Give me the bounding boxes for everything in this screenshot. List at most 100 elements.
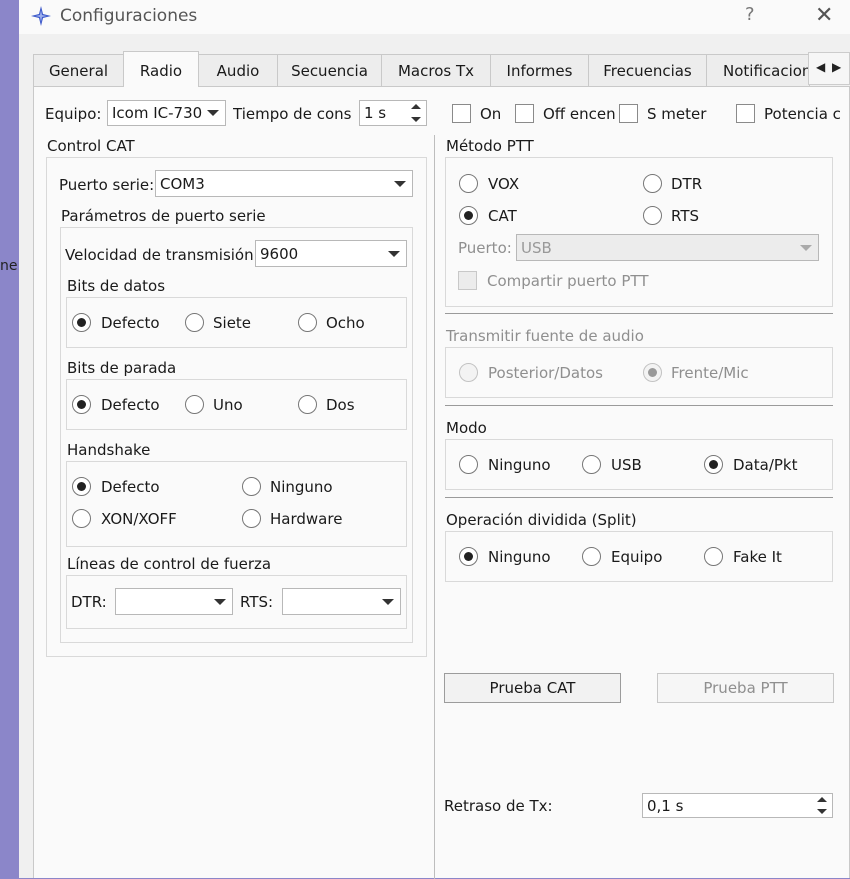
window-title: Configuraciones <box>60 6 198 26</box>
tab-scroll-left-icon[interactable]: ◀ <box>816 60 825 74</box>
separator <box>445 405 833 406</box>
ptt-puerto-label: Puerto: <box>458 239 512 257</box>
tab-radio[interactable]: Radio <box>123 51 199 87</box>
bits-parada-uno-radio[interactable] <box>185 395 204 414</box>
help-button[interactable]: ? <box>745 4 755 25</box>
compartir-ptt-checkbox[interactable] <box>458 271 477 290</box>
bits-datos-ocho-radio[interactable] <box>298 313 317 332</box>
bits-datos-defecto-radio[interactable] <box>72 313 91 332</box>
split-equipo-label: Equipo <box>611 548 663 566</box>
ptt-dtr-radio[interactable] <box>643 174 662 193</box>
lineas-control-title: Líneas de control de fuerza <box>67 555 272 573</box>
tab-audio[interactable]: Audio <box>198 54 278 86</box>
control-cat-title: Control CAT <box>47 137 135 155</box>
ptt-puerto-select[interactable]: USB <box>516 234 819 261</box>
ptt-rts-label: RTS <box>671 207 700 225</box>
bits-parada-dos-label: Dos <box>326 396 355 414</box>
tab-informes[interactable]: Informes <box>490 54 589 86</box>
modo-datapkt-label: Data/Pkt <box>733 456 798 474</box>
modo-usb-label: USB <box>611 456 642 474</box>
metodo-ptt-title: Método PTT <box>446 137 534 155</box>
modo-usb-radio[interactable] <box>582 455 601 474</box>
audio-posterior-radio[interactable] <box>459 363 478 382</box>
split-ninguno-radio[interactable] <box>459 547 478 566</box>
off-encen-label: Off encen <box>543 105 616 123</box>
ptt-rts-radio[interactable] <box>643 206 662 225</box>
velocidad-select[interactable]: 9600 <box>255 240 407 267</box>
audio-source-title: Transmitir fuente de audio <box>446 327 644 345</box>
tab-secuencia[interactable]: Secuencia <box>277 54 382 86</box>
ptt-vox-radio[interactable] <box>459 174 478 193</box>
retraso-tx-label: Retraso de Tx: <box>444 797 553 815</box>
smeter-label: S meter <box>647 105 707 123</box>
handshake-defecto-label: Defecto <box>101 478 160 496</box>
handshake-defecto-radio[interactable] <box>72 477 91 496</box>
bits-datos-siete-label: Siete <box>213 314 252 332</box>
column-divider <box>434 135 435 879</box>
bits-parada-uno-label: Uno <box>213 396 243 414</box>
potencia-checkbox[interactable] <box>736 104 755 123</box>
bits-datos-title: Bits de datos <box>67 277 166 295</box>
chevron-down-icon <box>800 244 812 251</box>
puerto-serie-label: Puerto serie: <box>59 176 155 194</box>
background-window-text: ne <box>0 258 18 274</box>
tab-notificaciones[interactable]: Notificacion <box>706 54 810 86</box>
bits-datos-siete-radio[interactable] <box>185 313 204 332</box>
equipo-select[interactable]: Icom IC-730 <box>107 100 226 126</box>
spin-up-icon[interactable] <box>406 101 426 113</box>
handshake-title: Handshake <box>67 441 151 459</box>
ptt-dtr-label: DTR <box>671 175 703 193</box>
modo-title: Modo <box>446 419 487 437</box>
retraso-tx-spinbox[interactable]: 0,1 s <box>642 793 833 818</box>
tab-scroll-right-icon[interactable]: ▶ <box>832 60 841 74</box>
app-icon <box>31 6 51 26</box>
tab-frecuencias[interactable]: Frecuencias <box>588 54 707 86</box>
split-title: Operación dividida (Split) <box>446 511 637 529</box>
prueba-cat-button[interactable]: Prueba CAT <box>444 673 621 703</box>
off-encen-checkbox[interactable] <box>515 104 534 123</box>
chevron-down-icon <box>382 598 394 605</box>
smeter-checkbox[interactable] <box>619 104 638 123</box>
on-checkbox[interactable] <box>452 104 471 123</box>
chevron-down-icon <box>394 180 406 187</box>
close-button[interactable]: ✕ <box>815 3 833 28</box>
tab-general[interactable]: General <box>33 54 124 86</box>
chevron-down-icon <box>388 250 400 257</box>
chevron-down-icon <box>214 598 226 605</box>
audio-posterior-label: Posterior/Datos <box>488 364 603 382</box>
puerto-serie-select[interactable]: COM3 <box>155 170 413 197</box>
handshake-hardware-radio[interactable] <box>242 509 261 528</box>
split-fakeit-radio[interactable] <box>704 547 723 566</box>
spin-up-icon[interactable] <box>812 794 832 806</box>
handshake-xonxoff-radio[interactable] <box>72 509 91 528</box>
split-equipo-radio[interactable] <box>582 547 601 566</box>
bits-parada-title: Bits de parada <box>67 359 177 377</box>
handshake-ninguno-radio[interactable] <box>242 477 261 496</box>
prueba-ptt-button[interactable]: Prueba PTT <box>657 673 834 703</box>
ptt-cat-label: CAT <box>488 207 517 225</box>
params-serial-title: Parámetros de puerto serie <box>61 207 266 225</box>
handshake-ninguno-label: Ninguno <box>270 478 333 496</box>
compartir-ptt-label: Compartir puerto PTT <box>487 272 649 290</box>
rts-select[interactable] <box>282 588 401 615</box>
audio-frente-radio[interactable] <box>643 363 662 382</box>
tab-scroll-arrows[interactable]: ◀ ▶ <box>808 52 850 85</box>
spin-down-icon[interactable] <box>406 113 426 125</box>
modo-ninguno-radio[interactable] <box>459 455 478 474</box>
modo-ninguno-label: Ninguno <box>488 456 551 474</box>
handshake-group <box>66 461 407 547</box>
handshake-xonxoff-label: XON/XOFF <box>101 510 177 528</box>
bits-parada-defecto-radio[interactable] <box>72 395 91 414</box>
modo-datapkt-radio[interactable] <box>704 455 723 474</box>
bits-parada-dos-radio[interactable] <box>298 395 317 414</box>
split-ninguno-label: Ninguno <box>488 548 551 566</box>
separator <box>445 313 833 314</box>
tiempo-spinbox[interactable]: 1 s <box>359 100 427 126</box>
settings-window: Configuraciones ? ✕ General Radio Audio … <box>19 0 850 879</box>
ptt-cat-radio[interactable] <box>459 206 478 225</box>
bits-datos-ocho-label: Ocho <box>326 314 365 332</box>
equipo-label: Equipo: <box>45 105 102 123</box>
tab-macros-tx[interactable]: Macros Tx <box>381 54 491 86</box>
dtr-select[interactable] <box>115 588 233 615</box>
spin-down-icon[interactable] <box>812 806 832 818</box>
